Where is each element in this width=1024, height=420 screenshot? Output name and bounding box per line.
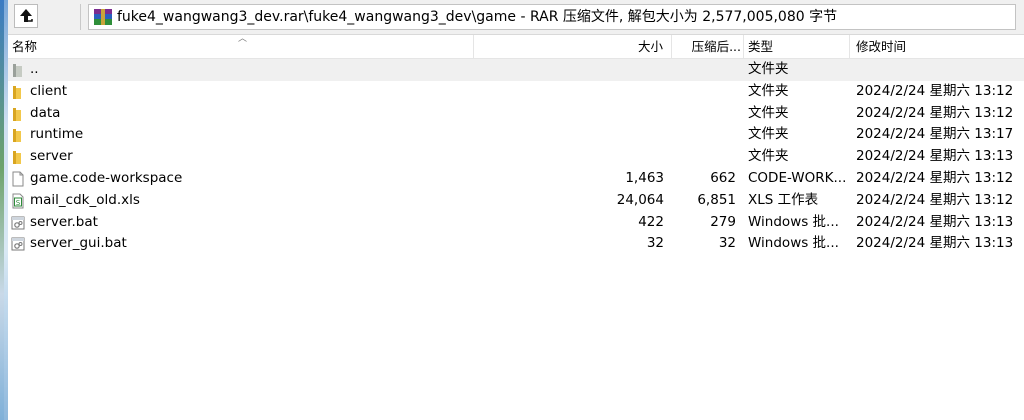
column-header-name-label: 名称 <box>12 39 38 54</box>
column-header-bar: 名称 ︿ 大小 压缩后... 类型 修改时间 <box>8 35 1024 59</box>
file-row-server-gui-bat[interactable]: server_gui.bat 32 32 Windows 批... 2024/2… <box>8 233 1024 255</box>
rar-archive-icon <box>94 9 112 25</box>
sort-ascending-icon: ︿ <box>238 35 248 44</box>
file-packed-size <box>664 146 736 168</box>
file-name: server <box>30 148 73 165</box>
file-modified: 2024/2/24 星期六 13:12 <box>856 104 1014 121</box>
file-size: 1,463 <box>625 169 664 186</box>
file-type: Windows 批... <box>748 235 839 252</box>
file-size: 422 <box>638 213 664 230</box>
file-packed-size <box>664 103 736 125</box>
file-packed-size: 279 <box>710 213 736 230</box>
folder-icon <box>13 129 21 143</box>
spreadsheet-icon: S <box>12 193 24 209</box>
file-row-client[interactable]: client 文件夹 2024/2/24 星期六 13:12 <box>8 81 1024 103</box>
column-header-modified-label: 修改时间 <box>856 39 907 54</box>
file-modified: 2024/2/24 星期六 13:13 <box>856 213 1014 230</box>
column-header-size-label: 大小 <box>637 39 663 54</box>
file-packed-size <box>664 81 736 103</box>
file-modified: 2024/2/24 星期六 13:12 <box>856 191 1014 208</box>
background-window-edge <box>0 0 8 420</box>
folder-icon <box>13 151 21 165</box>
file-type: 文件夹 <box>748 82 789 99</box>
batch-file-icon <box>11 237 25 251</box>
file-type: 文件夹 <box>748 104 789 121</box>
file-size: 32 <box>646 235 664 252</box>
file-size <box>478 124 664 146</box>
column-header-name[interactable]: 名称 ︿ <box>8 35 474 58</box>
address-field[interactable]: fuke4_wangwang3_dev.rar\fuke4_wangwang3_… <box>88 4 1016 30</box>
file-row-parent-directory[interactable]: .. 文件夹 <box>8 59 1024 81</box>
folder-up-icon <box>13 64 22 77</box>
file-size <box>478 81 664 103</box>
file-row-game-code-workspace[interactable]: game.code-workspace 1,463 662 CODE-WORK.… <box>8 168 1024 190</box>
svg-text:S: S <box>16 199 21 207</box>
column-header-modified[interactable]: 修改时间 <box>850 35 1024 58</box>
file-icon <box>12 171 24 187</box>
column-header-type[interactable]: 类型 <box>744 35 850 58</box>
file-type: 文件夹 <box>748 126 789 143</box>
batch-file-icon <box>11 216 25 230</box>
file-size <box>478 146 664 168</box>
file-packed-size: 32 <box>718 235 736 252</box>
folder-icon <box>13 107 21 121</box>
file-row-data[interactable]: data 文件夹 2024/2/24 星期六 13:12 <box>8 103 1024 125</box>
file-name: client <box>30 82 68 99</box>
file-row-server[interactable]: server 文件夹 2024/2/24 星期六 13:13 <box>8 146 1024 168</box>
file-type: CODE-WORK... <box>748 169 847 186</box>
folder-icon <box>13 85 21 99</box>
file-type: XLS 工作表 <box>748 191 819 208</box>
file-modified: 2024/2/24 星期六 13:13 <box>856 148 1014 165</box>
column-header-packed[interactable]: 压缩后... <box>672 35 744 58</box>
file-name: .. <box>30 61 39 77</box>
file-name: server.bat <box>30 213 98 230</box>
file-packed-size <box>664 124 736 146</box>
file-name: data <box>30 104 61 121</box>
file-row-mail-cdk-old-xls[interactable]: S mail_cdk_old.xls 24,064 6,851 XLS 工作表 … <box>8 190 1024 212</box>
file-modified: 2024/2/24 星期六 13:12 <box>856 82 1014 99</box>
file-size <box>478 59 664 81</box>
file-name: runtime <box>30 126 84 143</box>
file-name: game.code-workspace <box>30 169 183 186</box>
column-header-size[interactable]: 大小 <box>474 35 672 58</box>
file-modified: 2024/2/24 星期六 13:13 <box>856 235 1014 252</box>
address-path-text: fuke4_wangwang3_dev.rar\fuke4_wangwang3_… <box>117 9 838 25</box>
file-size <box>478 103 664 125</box>
file-modified: 2024/2/24 星期六 13:12 <box>856 169 1014 186</box>
file-type: 文件夹 <box>748 148 789 165</box>
file-type: Windows 批... <box>748 213 839 230</box>
file-size: 24,064 <box>616 191 664 208</box>
file-name: server_gui.bat <box>30 235 127 252</box>
column-header-packed-label: 压缩后... <box>691 39 741 54</box>
toolbar-separator <box>80 4 81 30</box>
file-modified <box>856 59 1024 81</box>
column-header-type-label: 类型 <box>748 39 774 54</box>
up-one-level-button[interactable] <box>14 4 38 28</box>
file-row-runtime[interactable]: runtime 文件夹 2024/2/24 星期六 13:17 <box>8 124 1024 146</box>
file-type: 文件夹 <box>748 61 789 77</box>
address-toolbar: fuke4_wangwang3_dev.rar\fuke4_wangwang3_… <box>8 0 1024 35</box>
file-row-server-bat[interactable]: server.bat 422 279 Windows 批... 2024/2/2… <box>8 212 1024 234</box>
file-packed-size: 6,851 <box>697 191 736 208</box>
file-packed-size <box>664 59 736 81</box>
file-name: mail_cdk_old.xls <box>30 191 140 208</box>
file-modified: 2024/2/24 星期六 13:17 <box>856 126 1014 143</box>
up-arrow-icon <box>20 9 33 22</box>
file-list: .. 文件夹 client 文件夹 2024/2/24 星期六 13:12 da… <box>8 59 1024 255</box>
file-packed-size: 662 <box>710 169 736 186</box>
